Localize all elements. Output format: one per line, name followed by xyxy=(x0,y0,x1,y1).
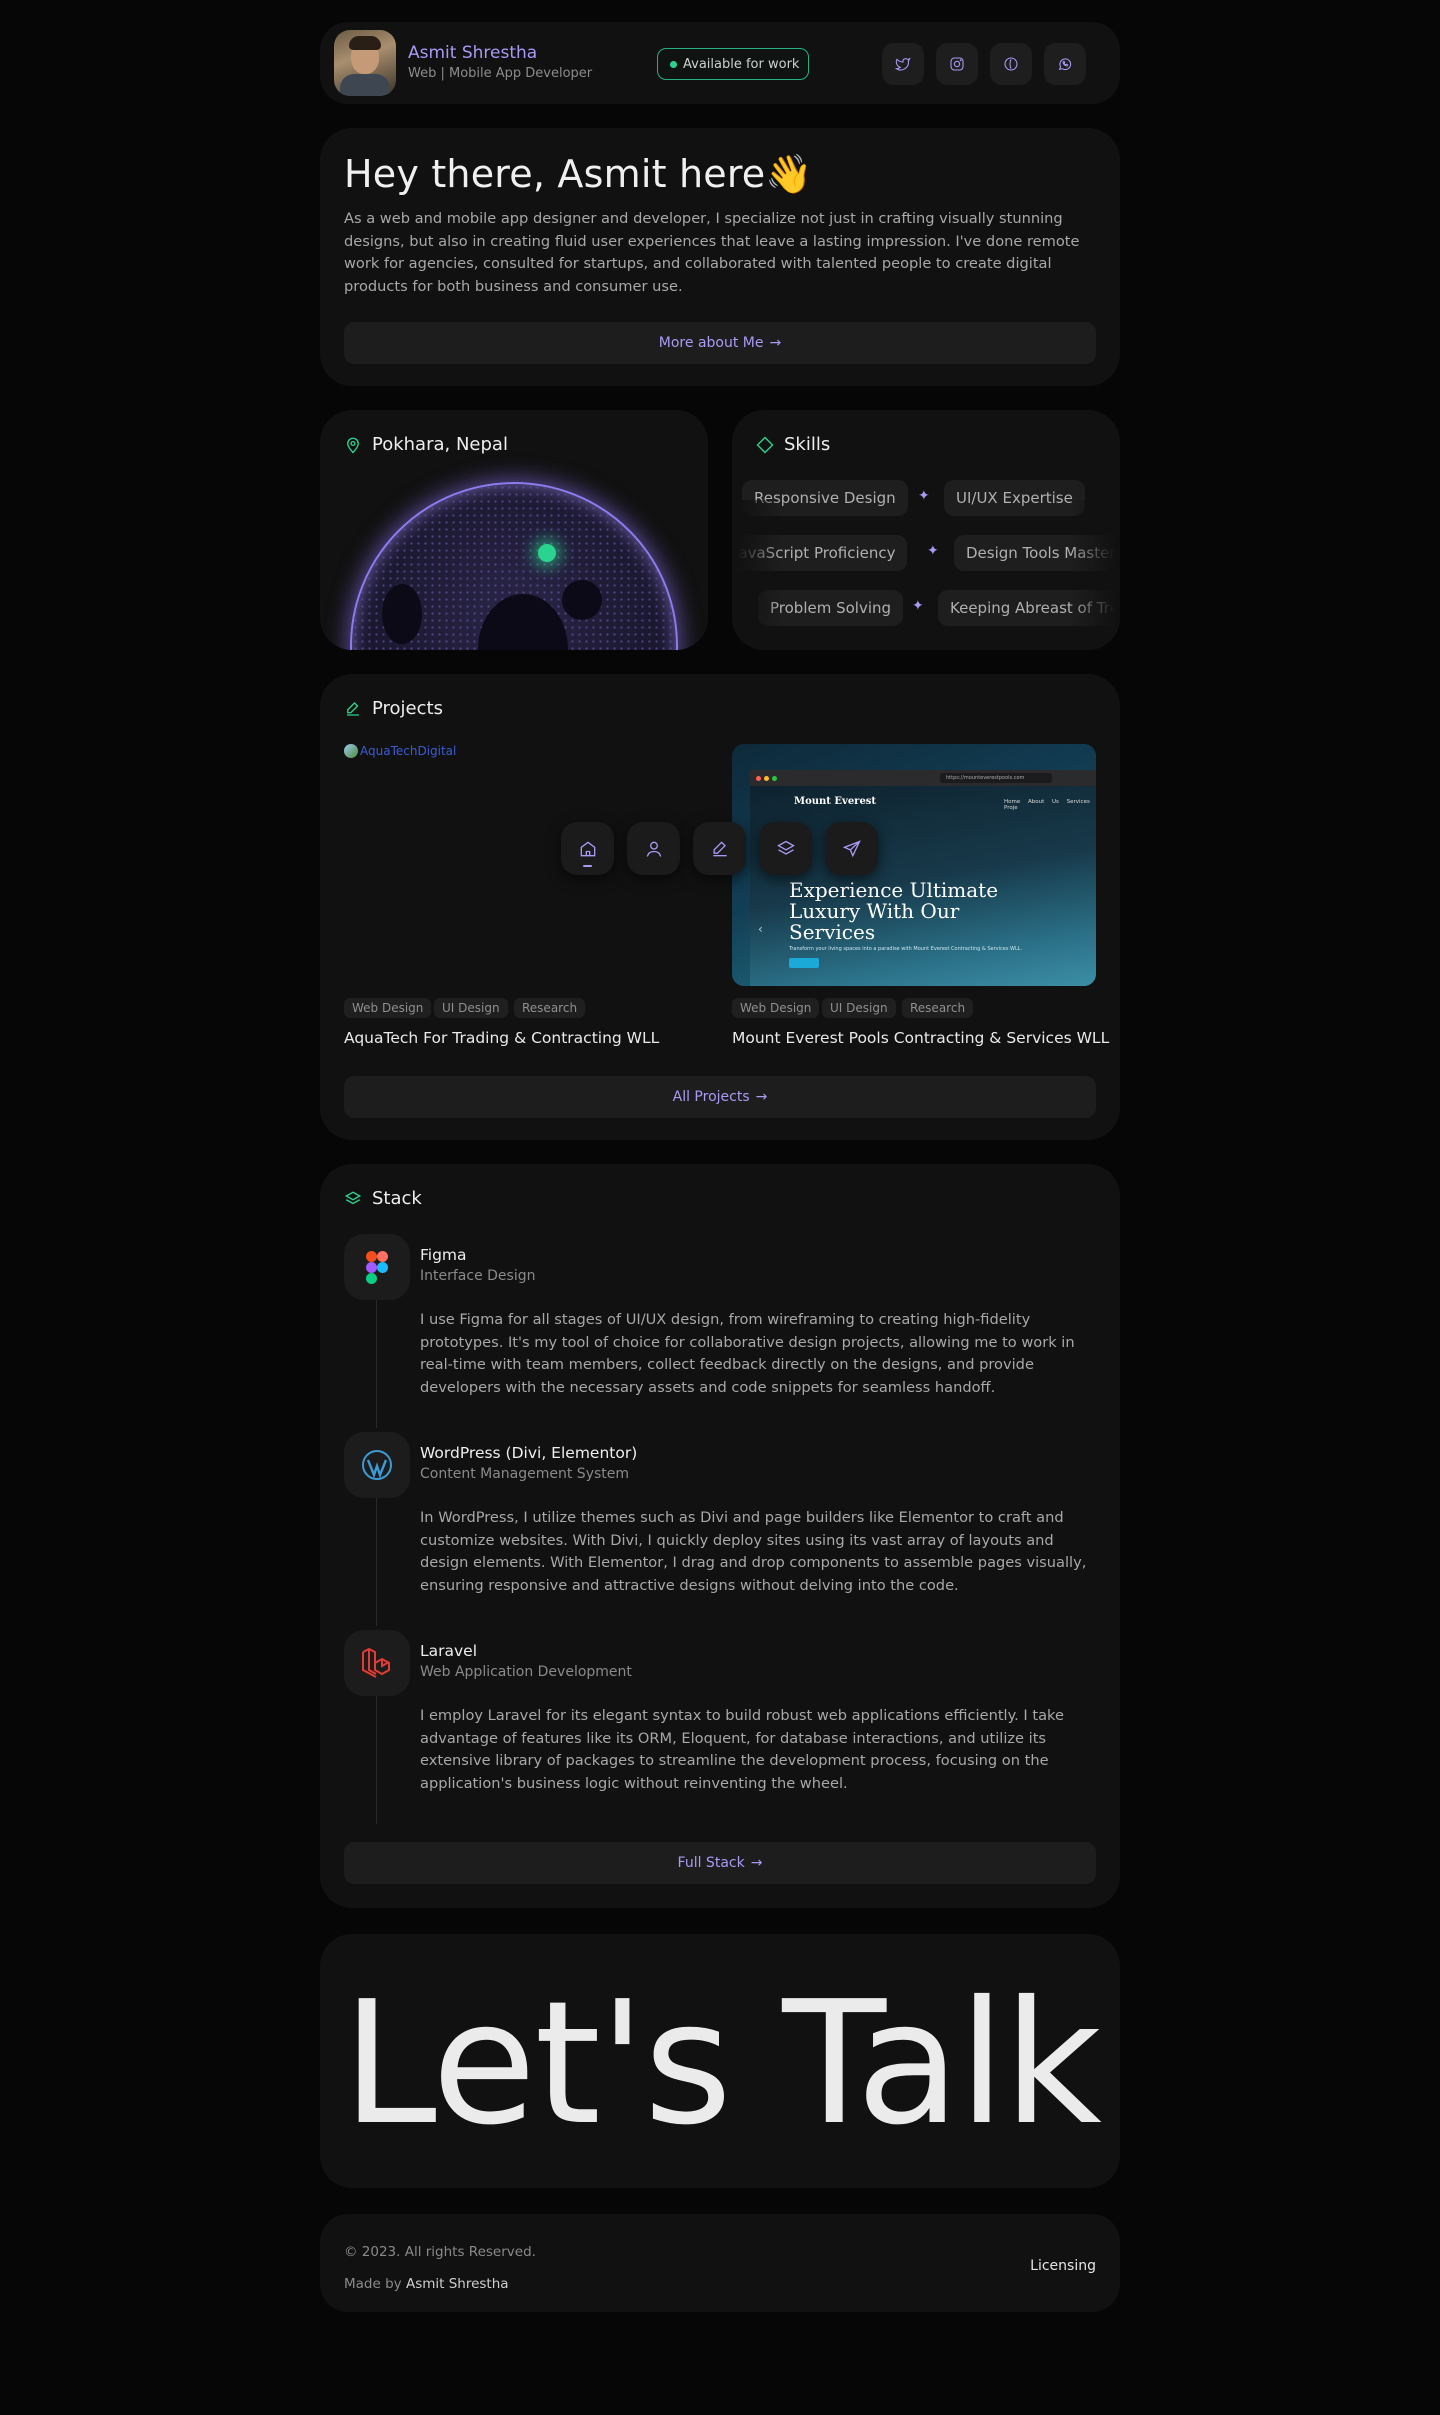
dock-stack[interactable] xyxy=(759,822,812,875)
profile-name[interactable]: Asmit Shrestha xyxy=(408,43,537,63)
avatar xyxy=(334,30,396,96)
project-tag: Web Design xyxy=(732,998,820,1018)
home-icon xyxy=(580,841,595,856)
project-tag: Web Design xyxy=(344,998,432,1018)
pen-icon xyxy=(712,840,727,856)
arrow-right-icon: → xyxy=(750,1855,763,1871)
intro-card: Hey there, Asmit here👋 As a web and mobi… xyxy=(320,128,1120,386)
stack-item-description: I employ Laravel for its elegant syntax … xyxy=(420,1707,1064,1792)
screenshot-brand: Mount Everest xyxy=(794,796,877,807)
made-by-prefix: Made by xyxy=(344,2276,402,2292)
full-stack-label: Full Stack xyxy=(677,1855,745,1871)
stack-title-text: Stack xyxy=(372,1188,422,1209)
skills-title-text: Skills xyxy=(784,434,831,455)
arrow-right-icon: → xyxy=(769,335,782,351)
whatsapp-icon xyxy=(1058,58,1072,71)
all-projects-button[interactable]: All Projects → xyxy=(344,1076,1096,1118)
project-tag: Research xyxy=(902,998,974,1018)
instagram-icon xyxy=(950,57,964,71)
map-pin-icon xyxy=(347,437,359,453)
dock-about[interactable] xyxy=(627,822,680,875)
dribbble-icon xyxy=(1004,57,1018,71)
stack-item-category: Interface Design xyxy=(420,1268,536,1284)
twitter-link[interactable] xyxy=(882,43,924,85)
floating-dock-nav xyxy=(561,822,878,875)
sparkle-icon: ✦ xyxy=(918,488,930,504)
project-tag: Research xyxy=(514,998,586,1018)
image-alt-text: AquaTechDigital xyxy=(360,744,457,758)
project-title-mount-everest[interactable]: Mount Everest Pools Contracting & Servic… xyxy=(732,1029,1109,1047)
screenshot-cta xyxy=(789,958,819,968)
project-tag: UI Design xyxy=(434,998,508,1018)
stack-item-name: Figma xyxy=(420,1246,467,1264)
location-card: Pokhara, Nepal xyxy=(320,410,708,650)
skill-pill: UI/UX Expertise xyxy=(944,480,1085,516)
skills-card: Skills Responsive Design ✦ UI/UX Experti… xyxy=(732,410,1120,650)
stack-item-description: In WordPress, I utilize themes such as D… xyxy=(420,1509,1087,1594)
wordpress-icon xyxy=(344,1432,410,1498)
dock-projects[interactable] xyxy=(693,822,746,875)
user-icon xyxy=(646,841,661,857)
location-title: Pokhara, Nepal xyxy=(344,434,508,455)
screenshot-headline: Experience Ultimate Luxury With Our Serv… xyxy=(789,878,999,944)
copyright-text: © 2023. All rights Reserved. xyxy=(344,2244,536,2260)
arrow-right-icon: → xyxy=(755,1089,768,1105)
hero-bio: As a web and mobile app designer and dev… xyxy=(344,210,1080,295)
twitter-icon xyxy=(895,57,911,71)
screenshot-nav: Home About Us Services Proje xyxy=(1004,799,1090,811)
instagram-link[interactable] xyxy=(936,43,978,85)
stack-item-description: I use Figma for all stages of UI/UX desi… xyxy=(420,1311,1075,1396)
profile-role: Web | Mobile App Developer xyxy=(408,66,593,81)
sparkle-icon: ✦ xyxy=(912,598,924,614)
location-marker xyxy=(538,544,556,562)
skills-title: Skills xyxy=(756,434,830,455)
projects-title-text: Projects xyxy=(372,698,443,719)
lets-talk-text: Let's Talk xyxy=(342,1965,1102,2163)
diamond-icon xyxy=(756,436,774,453)
dock-home[interactable] xyxy=(561,822,614,875)
dock-contact[interactable] xyxy=(825,822,878,875)
sparkle-icon: ✦ xyxy=(927,543,939,559)
location-text: Pokhara, Nepal xyxy=(372,434,508,455)
globe-graphic xyxy=(350,482,678,650)
stack-title: Stack xyxy=(344,1188,422,1209)
pen-icon xyxy=(347,701,359,716)
send-icon xyxy=(842,839,861,857)
project-image-aquatech[interactable]: AquaTechDigital xyxy=(344,744,456,758)
footer: © 2023. All rights Reserved. Made by Asm… xyxy=(320,2214,1120,2312)
profile-header: Asmit Shrestha Web | Mobile App Develope… xyxy=(320,22,1120,104)
hero-heading: Hey there, Asmit here👋 xyxy=(344,152,813,196)
all-projects-label: All Projects xyxy=(672,1089,750,1105)
screenshot-sub: Transform your living spaces into a para… xyxy=(789,946,1023,952)
projects-title: Projects xyxy=(344,698,443,719)
made-by-name[interactable]: Asmit Shrestha xyxy=(406,2276,509,2292)
layers-icon xyxy=(344,1190,362,1204)
projects-card: Projects AquaTechDigital https://mountev… xyxy=(320,674,1120,1140)
screenshot-url: https://mounteverestpools.com xyxy=(940,773,1052,783)
full-stack-button[interactable]: Full Stack → xyxy=(344,1842,1096,1884)
dribbble-link[interactable] xyxy=(990,43,1032,85)
more-about-button[interactable]: More about Me → xyxy=(344,322,1096,364)
stack-item-category: Content Management System xyxy=(420,1466,630,1482)
project-tag: UI Design xyxy=(822,998,896,1018)
made-by: Made by Asmit Shrestha xyxy=(344,2276,509,2292)
chevron-left-icon: ‹ xyxy=(758,922,763,936)
layers-icon xyxy=(776,840,795,855)
lets-talk-card[interactable]: Let's Talk xyxy=(320,1934,1120,2188)
laravel-icon xyxy=(344,1630,410,1696)
more-about-label: More about Me xyxy=(658,335,764,351)
stack-item-name: Laravel xyxy=(420,1642,478,1660)
stack-item-name: WordPress (Divi, Elementor) xyxy=(420,1444,638,1462)
stack-card: Stack Figma Interface Design I use Figma… xyxy=(320,1164,1120,1908)
whatsapp-link[interactable] xyxy=(1044,43,1086,85)
licensing-link[interactable]: Licensing xyxy=(1030,2258,1096,2274)
stack-item-category: Web Application Development xyxy=(420,1664,632,1680)
broken-image-icon xyxy=(344,744,358,758)
availability-badge: Available for work xyxy=(657,48,809,80)
figma-icon xyxy=(344,1234,410,1300)
project-title-aquatech[interactable]: AquaTech For Trading & Contracting WLL xyxy=(344,1029,659,1047)
